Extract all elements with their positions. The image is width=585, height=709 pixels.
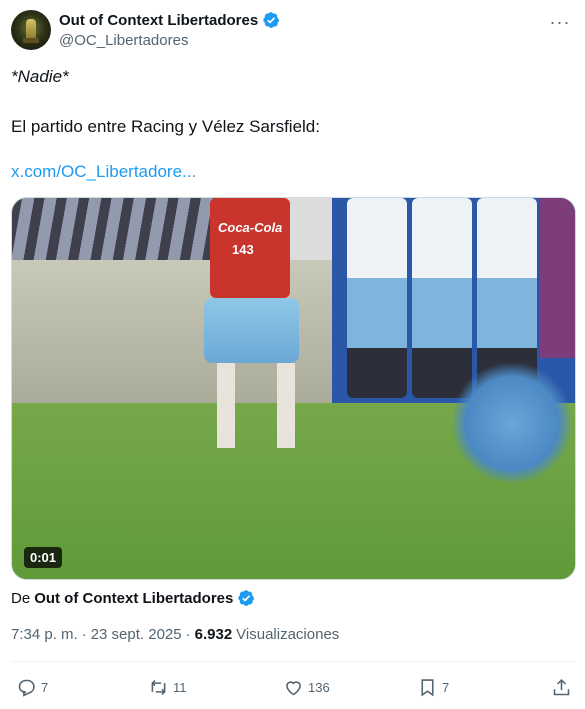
views-label: Visualizaciones <box>236 626 340 643</box>
like-count: 136 <box>308 679 330 695</box>
tweet-text-line-2: El partido entre Racing y Vélez Sarsfiel… <box>11 117 320 136</box>
video-player-figure <box>347 198 407 398</box>
tweet-text-line-1: *Nadie* <box>11 66 69 88</box>
verified-badge-icon <box>263 12 280 28</box>
reply-count: 7 <box>41 679 49 695</box>
views-count: 6.932 <box>194 626 233 643</box>
meta-separator: · <box>81 626 87 643</box>
source-prefix: De <box>11 589 31 607</box>
video-spectator <box>540 198 575 358</box>
action-bar: 7 11 136 7 <box>0 670 585 704</box>
video-duration-badge: 0:01 <box>24 547 63 568</box>
reply-button[interactable]: 7 <box>16 670 48 704</box>
reply-icon <box>18 679 35 697</box>
jersey-number: 143 <box>232 242 254 257</box>
video-player[interactable]: Coca-Cola 143 0:01 <box>11 197 576 580</box>
trophy-base <box>23 38 39 43</box>
retweet-count: 11 <box>173 679 187 695</box>
bookmark-button[interactable]: 7 <box>417 670 449 704</box>
meta-separator: · <box>185 626 191 643</box>
tweet-header: Out of Context Libertadores @OC_Libertad… <box>0 0 585 60</box>
share-icon <box>553 678 570 695</box>
retweet-button[interactable]: 11 <box>148 670 187 704</box>
heart-icon <box>286 680 301 695</box>
tweet-link[interactable]: x.com/OC_Libertadore... <box>11 162 196 182</box>
share-button[interactable] <box>551 670 572 704</box>
video-main-player-leg <box>217 363 235 448</box>
video-banner <box>12 198 222 268</box>
source-name[interactable]: Out of Context Libertadores <box>34 590 233 607</box>
tweet-time[interactable]: 7:34 p. m. <box>11 626 78 643</box>
video-source-line: De Out of Context Libertadores <box>11 589 255 607</box>
bookmark-count: 7 <box>442 679 450 695</box>
more-options-icon[interactable]: ··· <box>546 8 574 36</box>
divider <box>11 661 576 662</box>
jersey-sponsor: Coca-Cola <box>218 220 283 235</box>
video-main-player-shorts <box>204 298 299 363</box>
author-handle[interactable]: @OC_Libertadores <box>59 32 188 49</box>
video-main-player: Coca-Cola 143 <box>210 198 290 298</box>
author-display-name[interactable]: Out of Context Libertadores <box>59 12 258 29</box>
video-fallen-player <box>452 363 572 483</box>
verified-badge-icon <box>238 590 255 606</box>
like-button[interactable]: 136 <box>283 670 330 704</box>
tweet-date[interactable]: 23 sept. 2025 <box>91 626 182 643</box>
retweet-icon <box>151 679 166 695</box>
tweet-meta: 7:34 p. m. · 23 sept. 2025 · 6.932 Visua… <box>11 626 339 643</box>
author-name-line: Out of Context Libertadores <box>59 11 280 29</box>
avatar[interactable] <box>11 10 51 50</box>
bookmark-icon <box>421 678 434 696</box>
video-main-player-leg <box>277 363 295 448</box>
trophy-icon <box>26 19 36 39</box>
tweet-text-italic: *Nadie* <box>11 67 69 86</box>
